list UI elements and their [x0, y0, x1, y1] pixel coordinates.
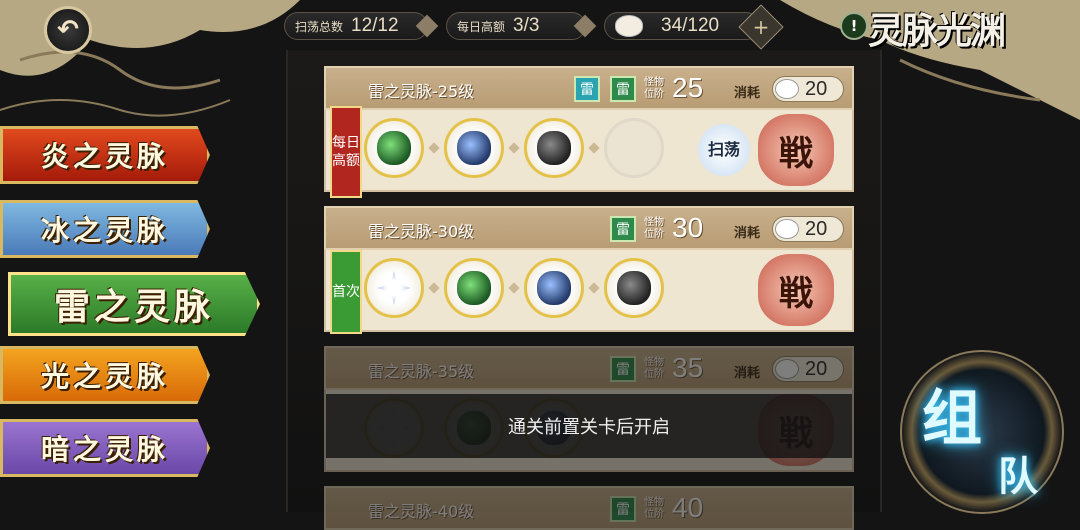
sweep-button[interactable]: 扫荡	[698, 124, 750, 176]
locked-notice: 通关前置关卡后开启	[326, 394, 852, 458]
reward-green-crystal[interactable]	[444, 258, 504, 318]
plus-icon: +	[752, 15, 770, 39]
green-crystal-icon	[457, 271, 491, 305]
cost-value: 20	[805, 77, 828, 100]
ornament-icon	[573, 14, 597, 38]
monster-rank-value: 25	[672, 72, 704, 103]
thunder-element-icon: 雷	[610, 216, 636, 242]
stage-title: 雷之灵脉-35级	[368, 362, 475, 381]
separator-icon	[508, 142, 520, 154]
team-label-2: 队	[998, 453, 1038, 500]
reward-star-crystal[interactable]	[364, 258, 424, 318]
back-button[interactable]: ↶	[44, 6, 92, 54]
separator-icon	[588, 142, 600, 154]
ornament-icon	[415, 14, 439, 38]
blue-crystal-icon	[537, 271, 571, 305]
reward-dark-crystal[interactable]	[524, 118, 584, 178]
separator-icon	[508, 282, 520, 294]
cost-label: 消耗	[734, 86, 761, 101]
cost-pill: 20	[772, 76, 844, 102]
monster-rank-label: 怪物位阶	[644, 77, 664, 100]
daily-limit-label: 每日高额	[457, 19, 506, 34]
separator-icon	[428, 142, 440, 154]
separator-icon	[588, 282, 600, 294]
stamina-value: 34/120	[661, 15, 720, 36]
sweep-total-value: 12/12	[351, 15, 399, 36]
reward-empty-slot	[604, 118, 664, 178]
stage-card-30[interactable]: 雷之灵脉-30级 雷 怪物位阶 30 消耗 20 首次 戦	[324, 206, 854, 334]
cost-label: 消耗	[734, 226, 761, 241]
thunder-element-icon: 雷	[610, 496, 636, 522]
reward-row: 每日高额 扫荡 戦	[324, 106, 854, 198]
sweep-total-counter: 扫荡总数 12/12	[284, 12, 439, 40]
star-crystal-icon	[377, 271, 411, 305]
stamina-bun-icon	[775, 79, 799, 99]
reward-blue-crystal[interactable]	[524, 258, 584, 318]
stamina-counter: 34/120	[604, 12, 760, 40]
tab-ice-vein[interactable]: 冰之灵脉	[0, 200, 210, 258]
stamina-bun-icon	[775, 219, 799, 239]
monster-rank-value: 40	[672, 492, 704, 523]
monster-rank-value: 30	[672, 212, 704, 243]
monster-rank-label: 怪物位阶	[644, 497, 664, 520]
dark-crystal-icon	[537, 131, 571, 165]
reward-dark-crystal[interactable]	[604, 258, 664, 318]
reward-row: 首次 戦	[324, 250, 854, 334]
daily-bonus-ribbon: 每日高额	[330, 106, 362, 198]
stage-card-header: 雷之灵脉-30级 雷 怪物位阶 30 消耗 20	[324, 206, 854, 250]
green-crystal-icon	[377, 131, 411, 165]
stamina-bun-icon	[615, 15, 643, 37]
tab-fire-vein[interactable]: 炎之灵脉	[0, 126, 210, 184]
monster-rank-value: 35	[672, 352, 704, 383]
stage-card-40: 雷之灵脉-40级 雷 怪物位阶 40	[324, 486, 854, 530]
cost-pill: 20	[772, 356, 844, 382]
stage-title: 雷之灵脉-40级	[368, 502, 475, 521]
sweep-type-icon: 雷	[574, 76, 600, 102]
info-button[interactable]: !	[840, 12, 868, 40]
cost-label: 消耗	[734, 366, 761, 381]
team-up-button[interactable]: 组 队	[880, 340, 1076, 514]
daily-limit-counter: 每日高额 3/3	[446, 12, 597, 40]
blue-crystal-icon	[457, 131, 491, 165]
stage-title: 雷之灵脉-30级	[368, 222, 475, 241]
mode-logo: 灵脉光渊	[868, 10, 1006, 52]
thunder-element-icon: 雷	[610, 76, 636, 102]
monster-rank-label: 怪物位阶	[644, 217, 664, 240]
cost-pill: 20	[772, 216, 844, 242]
tab-thunder-vein[interactable]: 雷之灵脉	[8, 272, 260, 336]
stage-card-header: 雷之灵脉-40级 雷 怪物位阶 40	[324, 486, 854, 530]
first-clear-ribbon: 首次	[330, 250, 362, 334]
team-label-1: 组	[922, 384, 982, 454]
cost-value: 20	[805, 357, 828, 380]
stage-card-header: 雷之灵脉-35级 雷 怪物位阶 35 消耗 20	[324, 346, 854, 390]
stamina-bun-icon	[775, 359, 799, 379]
reward-blue-crystal[interactable]	[444, 118, 504, 178]
tab-light-vein[interactable]: 光之灵脉	[0, 346, 210, 404]
daily-limit-value: 3/3	[513, 15, 540, 36]
monster-rank-label: 怪物位阶	[644, 357, 664, 380]
cost-value: 20	[805, 217, 828, 240]
dark-crystal-icon	[617, 271, 651, 305]
sweep-total-label: 扫荡总数	[295, 19, 344, 34]
thunder-element-icon: 雷	[610, 356, 636, 382]
stage-card-header: 雷之灵脉-25级 雷 雷 怪物位阶 25 消耗 20	[324, 66, 854, 110]
stage-card-25[interactable]: 雷之灵脉-25级 雷 雷 怪物位阶 25 消耗 20 每日高额 扫荡 戦	[324, 66, 854, 198]
reward-green-crystal[interactable]	[364, 118, 424, 178]
battle-button[interactable]: 戦	[758, 254, 834, 326]
back-arrow-icon: ↶	[57, 15, 79, 45]
tab-dark-vein[interactable]: 暗之灵脉	[0, 419, 210, 477]
battle-button[interactable]: 戦	[758, 114, 834, 186]
separator-icon	[428, 282, 440, 294]
add-stamina-button[interactable]: +	[738, 4, 784, 50]
stage-title: 雷之灵脉-25级	[368, 82, 475, 101]
